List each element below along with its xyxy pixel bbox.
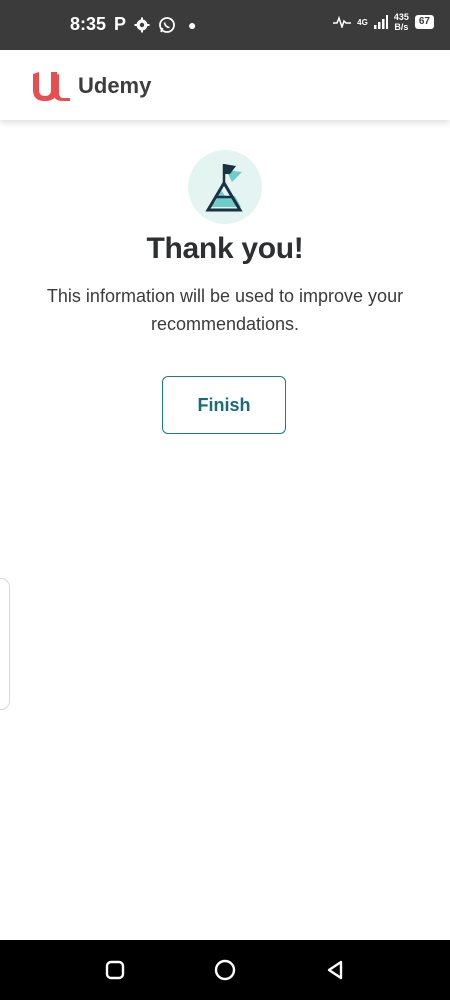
home-button[interactable] <box>213 958 237 982</box>
parking-icon: P <box>114 14 127 34</box>
net-speed-value: 435 <box>393 12 409 22</box>
net-speed: 435 B/s <box>394 12 409 32</box>
page-subtitle: This information will be used to improve… <box>46 286 404 334</box>
flag-summit-icon <box>188 150 262 224</box>
udemy-logo-icon <box>33 72 70 101</box>
dot-icon: ● <box>188 16 197 33</box>
page-title: Thank you! <box>146 232 304 265</box>
settings-icon <box>134 17 150 32</box>
whatsapp-icon <box>159 16 175 33</box>
net-speed-unit: B/s <box>394 22 409 32</box>
status-left: 8:35 P ● <box>70 14 197 35</box>
status-time: 8:35 <box>70 14 107 34</box>
back-button[interactable] <box>323 958 347 982</box>
udemy-logo[interactable]: Udemy <box>30 68 151 102</box>
status-right: 4G 435 B/s 67 <box>333 12 434 32</box>
status-bar: 8:35 P ● 4G 435 B/s 67 <box>0 0 450 50</box>
activity-icon <box>333 16 352 28</box>
app-header: Udemy <box>0 50 450 120</box>
side-drawer-handle[interactable] <box>0 578 10 710</box>
signal-icon <box>373 15 388 29</box>
recents-button[interactable] <box>103 958 127 982</box>
flag-summit-graphic <box>205 164 243 212</box>
system-nav-bar <box>0 940 450 1000</box>
finish-button[interactable]: Finish <box>162 376 286 434</box>
brand-name: Udemy <box>78 73 152 98</box>
network-type: 4G <box>357 17 368 27</box>
battery-icon: 67 <box>414 15 434 29</box>
battery-level: 67 <box>418 16 430 27</box>
